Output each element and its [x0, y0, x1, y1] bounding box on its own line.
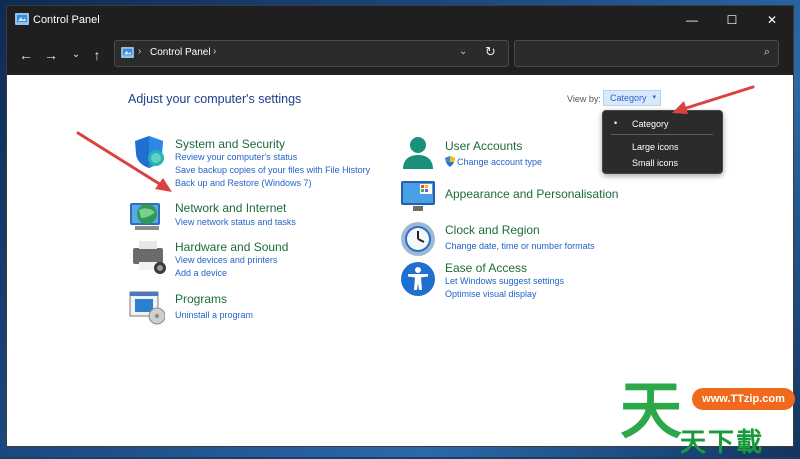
watermark: 天 www.TTzip.com 天下載: [620, 374, 800, 458]
watermark-url: www.TTzip.com: [692, 388, 795, 410]
arrow-to-network: [76, 131, 172, 192]
watermark-text: 天下載: [680, 428, 765, 458]
arrow-to-view-menu: [672, 85, 755, 114]
watermark-glyph: 天: [620, 374, 683, 447]
